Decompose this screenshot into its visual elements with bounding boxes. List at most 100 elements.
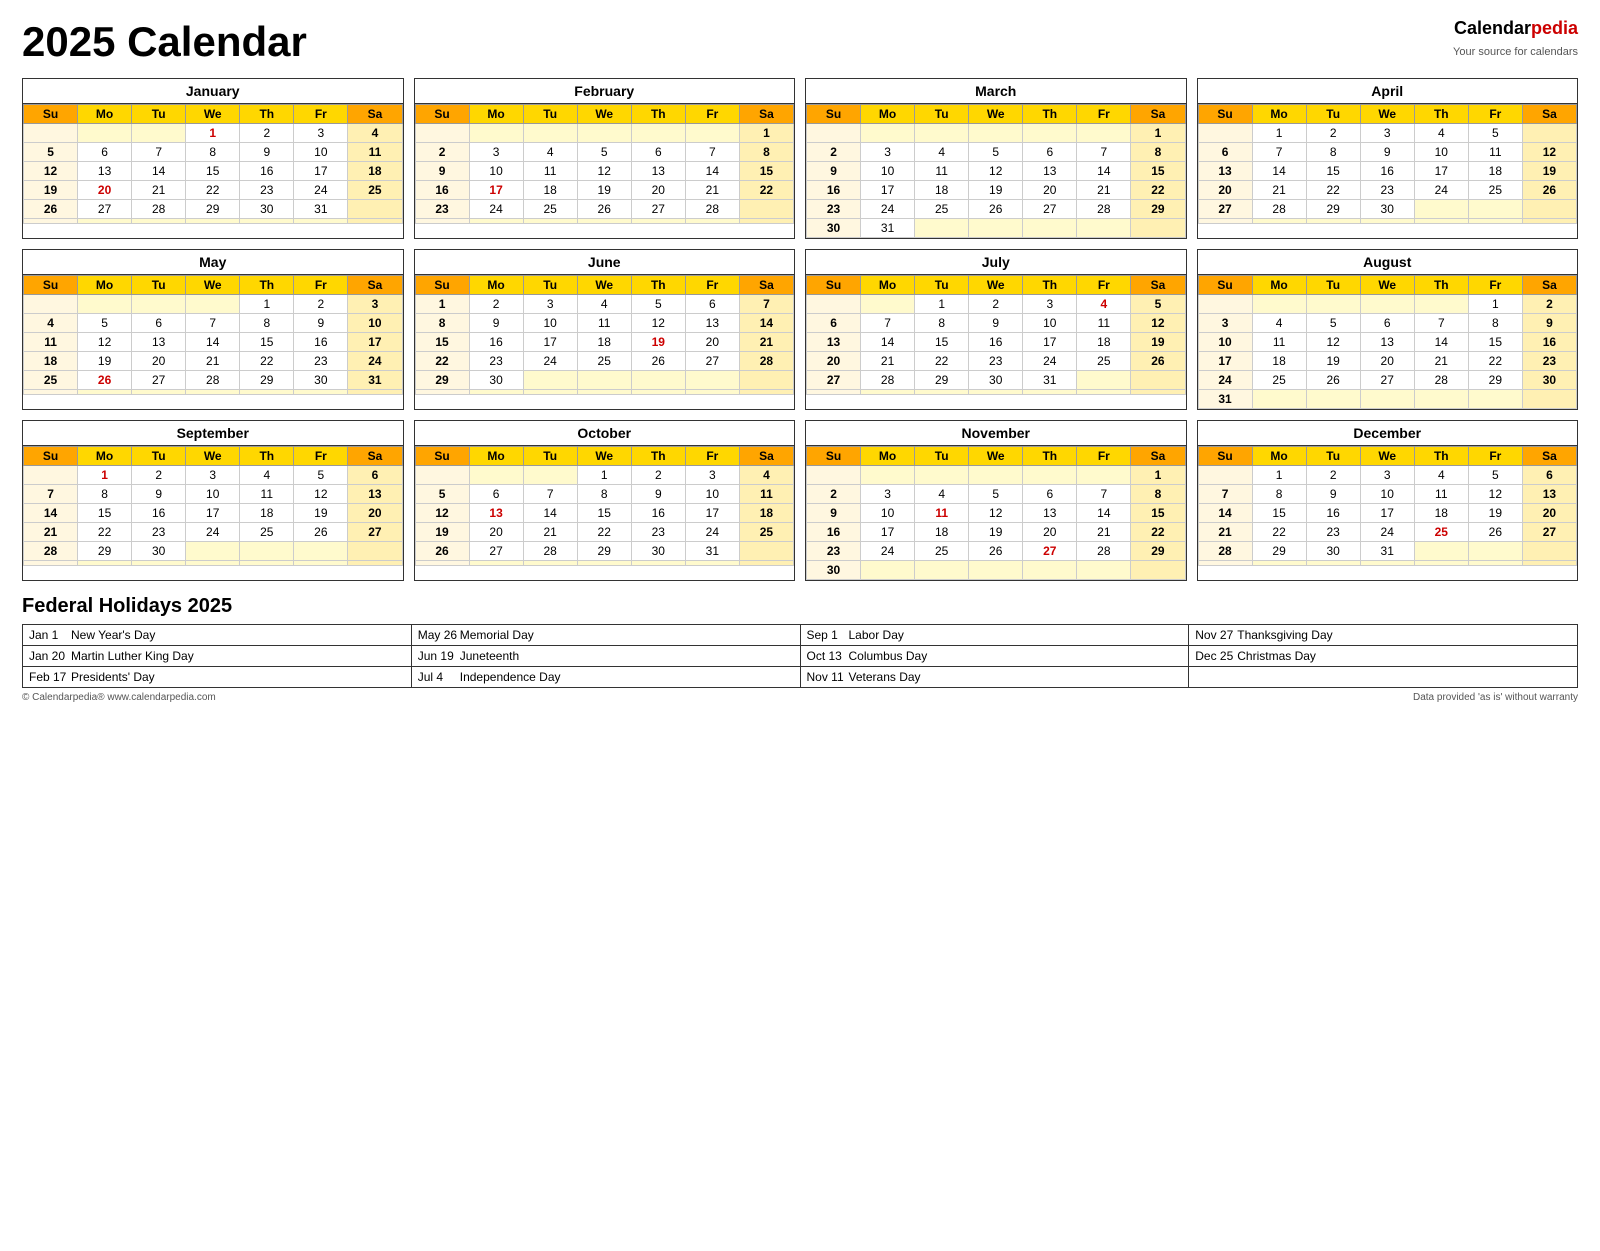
calendar-cell: 28 bbox=[24, 542, 78, 561]
calendar-cell: 27 bbox=[1023, 200, 1077, 219]
calendar-cell: 22 bbox=[915, 352, 969, 371]
day-header-su: Su bbox=[24, 447, 78, 466]
calendar-cell: 6 bbox=[1023, 485, 1077, 504]
calendar-cell bbox=[415, 561, 469, 566]
calendar-cell: 24 bbox=[861, 200, 915, 219]
calendar-cell: 6 bbox=[631, 143, 685, 162]
calendar-cell: 13 bbox=[1198, 162, 1252, 181]
holiday-item: Feb 17Presidents' Day bbox=[23, 667, 412, 688]
day-header-mo: Mo bbox=[1252, 105, 1306, 124]
calendar-cell bbox=[807, 295, 861, 314]
day-header-mo: Mo bbox=[78, 447, 132, 466]
day-header-sa: Sa bbox=[739, 447, 793, 466]
calendar-cell bbox=[861, 390, 915, 395]
calendar-cell: 20 bbox=[1360, 352, 1414, 371]
calendar-cell: 2 bbox=[1306, 124, 1360, 143]
calendar-cell: 21 bbox=[1252, 181, 1306, 200]
holiday-name: Memorial Day bbox=[460, 628, 534, 642]
calendar-cell: 8 bbox=[240, 314, 294, 333]
calendar-cell: 8 bbox=[1252, 485, 1306, 504]
calendar-cell: 22 bbox=[1252, 523, 1306, 542]
calendar-cell: 30 bbox=[631, 542, 685, 561]
calendar-cell bbox=[1360, 561, 1414, 566]
calendar-cell bbox=[1023, 561, 1077, 580]
calendar-cell bbox=[577, 219, 631, 224]
calendar-cell: 16 bbox=[1306, 504, 1360, 523]
calendar-cell bbox=[1252, 561, 1306, 566]
month-november: NovemberSuMoTuWeThFrSa123456789101112131… bbox=[805, 420, 1187, 581]
calendar-cell: 25 bbox=[1414, 523, 1468, 542]
calendar-cell: 15 bbox=[739, 162, 793, 181]
calendar-cell: 25 bbox=[915, 200, 969, 219]
calendar-cell bbox=[132, 561, 186, 566]
calendar-cell: 18 bbox=[915, 181, 969, 200]
calendar-cell bbox=[1414, 219, 1468, 224]
calendar-cell: 1 bbox=[240, 295, 294, 314]
calendar-cell: 9 bbox=[469, 314, 523, 333]
day-header-we: We bbox=[969, 447, 1023, 466]
day-header-we: We bbox=[186, 276, 240, 295]
calendar-cell: 24 bbox=[861, 542, 915, 561]
calendar-cell bbox=[969, 390, 1023, 395]
calendar-cell bbox=[186, 390, 240, 395]
holiday-date: Jan 1 bbox=[29, 628, 71, 642]
calendar-cell: 14 bbox=[1077, 162, 1131, 181]
calendar-cell bbox=[1522, 200, 1576, 219]
calendar-cell bbox=[469, 466, 523, 485]
calendar-cell bbox=[1077, 371, 1131, 390]
calendar-cell bbox=[24, 466, 78, 485]
calendar-cell bbox=[1252, 295, 1306, 314]
calendar-cell bbox=[415, 466, 469, 485]
holiday-date: Jan 20 bbox=[29, 649, 71, 663]
calendar-cell: 4 bbox=[1414, 466, 1468, 485]
calendar-cell: 12 bbox=[631, 314, 685, 333]
day-header-sa: Sa bbox=[348, 276, 402, 295]
calendar-cell: 19 bbox=[1306, 352, 1360, 371]
day-header-th: Th bbox=[1414, 447, 1468, 466]
day-header-sa: Sa bbox=[1131, 276, 1185, 295]
calendar-cell bbox=[1414, 561, 1468, 566]
calendar-cell: 3 bbox=[861, 485, 915, 504]
calendar-cell bbox=[240, 390, 294, 395]
day-header-we: We bbox=[186, 105, 240, 124]
month-table: SuMoTuWeThFrSa12345678910111213141516171… bbox=[806, 275, 1186, 395]
calendar-cell: 25 bbox=[1077, 352, 1131, 371]
calendar-cell bbox=[523, 124, 577, 143]
calendar-cell: 2 bbox=[807, 143, 861, 162]
calendar-cell: 15 bbox=[1468, 333, 1522, 352]
calendar-cell: 7 bbox=[685, 143, 739, 162]
calendar-cell bbox=[1306, 390, 1360, 409]
calendar-cell: 23 bbox=[807, 200, 861, 219]
calendar-cell: 26 bbox=[1131, 352, 1185, 371]
calendar-cell: 21 bbox=[1077, 523, 1131, 542]
calendar-cell: 13 bbox=[631, 162, 685, 181]
calendar-cell: 10 bbox=[1198, 333, 1252, 352]
calendar-cell: 10 bbox=[861, 162, 915, 181]
day-header-fr: Fr bbox=[685, 447, 739, 466]
calendar-cell bbox=[915, 561, 969, 580]
copyright: © Calendarpedia® www.calendarpedia.com bbox=[22, 692, 216, 703]
calendar-cell: 4 bbox=[1252, 314, 1306, 333]
holiday-date: May 26 bbox=[418, 628, 460, 642]
calendar-cell bbox=[78, 219, 132, 224]
calendar-cell: 5 bbox=[577, 143, 631, 162]
holiday-name: Labor Day bbox=[849, 628, 904, 642]
day-header-fr: Fr bbox=[1077, 276, 1131, 295]
calendar-cell: 17 bbox=[1198, 352, 1252, 371]
calendar-cell bbox=[1131, 371, 1185, 390]
holidays-section: Federal Holidays 2025 Jan 1New Year's Da… bbox=[22, 595, 1578, 688]
calendar-cell: 16 bbox=[132, 504, 186, 523]
footer: © Calendarpedia® www.calendarpedia.com D… bbox=[22, 692, 1578, 703]
holiday-date: Oct 13 bbox=[807, 649, 849, 663]
calendar-cell: 12 bbox=[969, 504, 1023, 523]
calendar-cell: 4 bbox=[240, 466, 294, 485]
calendar-cell: 24 bbox=[523, 352, 577, 371]
calendar-cell: 14 bbox=[523, 504, 577, 523]
calendar-cell: 18 bbox=[577, 333, 631, 352]
calendar-cell bbox=[685, 124, 739, 143]
month-table: SuMoTuWeThFrSa12345678910111213141516171… bbox=[23, 275, 403, 395]
day-header-sa: Sa bbox=[1522, 447, 1576, 466]
calendar-cell: 8 bbox=[1306, 143, 1360, 162]
calendar-cell: 26 bbox=[631, 352, 685, 371]
calendar-cell: 19 bbox=[969, 523, 1023, 542]
